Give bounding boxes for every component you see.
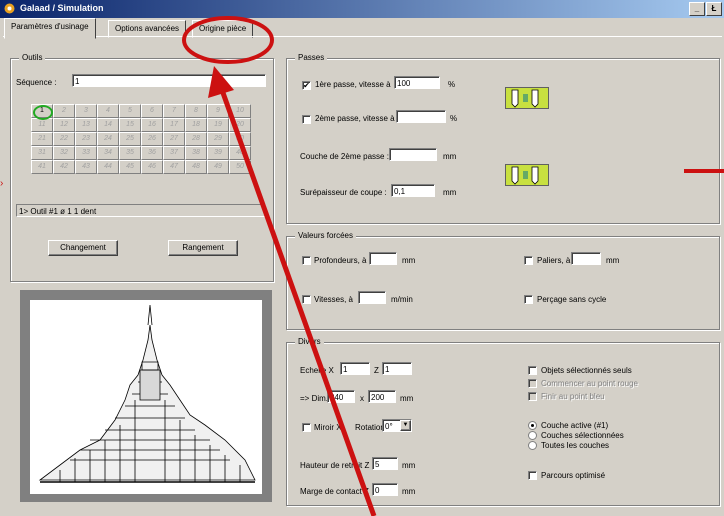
annotation-arrow-head	[208, 66, 234, 98]
annotation-marker-left: ›	[0, 178, 3, 189]
annotation-ellipse	[182, 16, 274, 64]
annotation-marker-right	[684, 169, 724, 173]
annotation-arrow-shaft	[219, 89, 377, 516]
annotation-overlay: ›	[0, 16, 724, 516]
tab-parametres-usinage[interactable]: Paramètres d'usinage	[4, 18, 96, 39]
